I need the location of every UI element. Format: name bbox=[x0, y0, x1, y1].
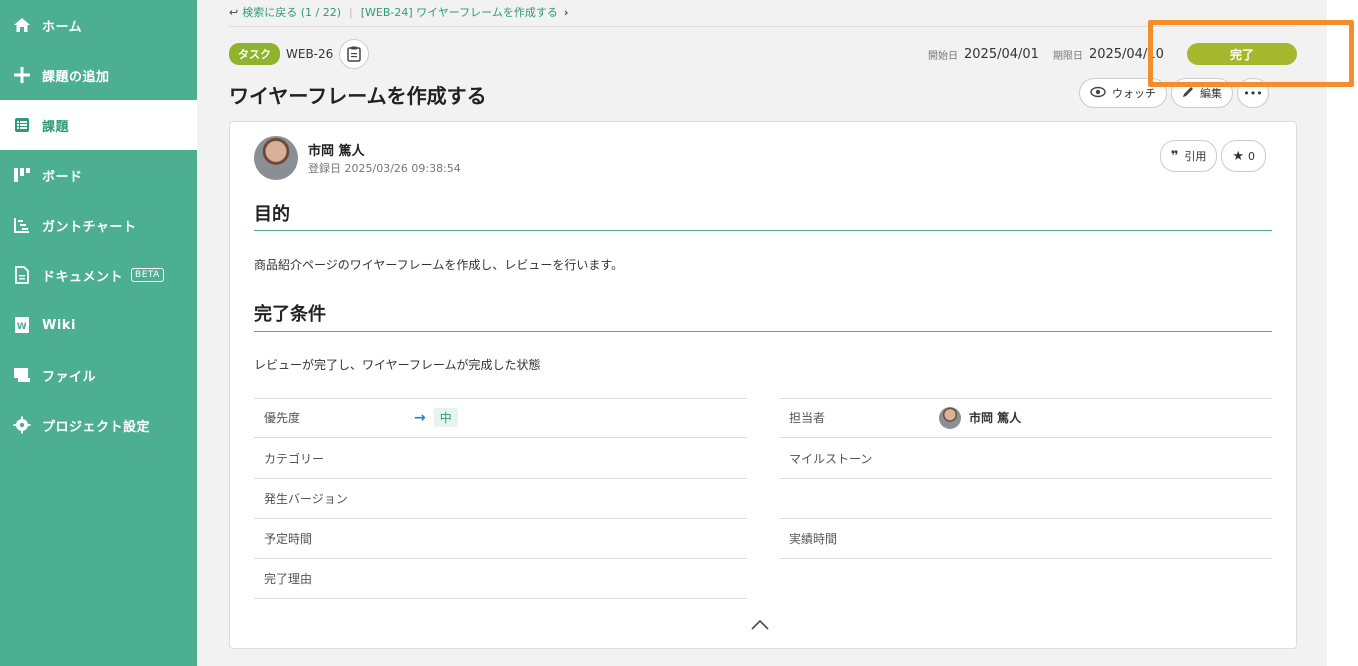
list-icon bbox=[12, 115, 32, 135]
breadcrumb: ↩ 検索に戻る (1 / 22) | [WEB-24] ワイヤーフレームを作成す… bbox=[229, 4, 568, 20]
issue-card: 市岡 篤人 登録日 2025/03/26 09:38:54 ❞ 引用 ★ 0 目… bbox=[229, 121, 1297, 649]
resolution-label: 完了理由 bbox=[264, 572, 313, 586]
back-icon: ↩ bbox=[229, 5, 239, 19]
status-highlight bbox=[1148, 20, 1354, 87]
back-to-search-link[interactable]: 検索に戻る (1 / 22) bbox=[242, 4, 341, 20]
sidebar-item-board[interactable]: ボード bbox=[0, 150, 197, 200]
sidebar-item-label: ボード bbox=[42, 169, 83, 185]
done-criteria-text: レビューが完了し、ワイヤーフレームが完成した状態 bbox=[254, 358, 541, 372]
arrow-right-icon: → bbox=[414, 409, 426, 426]
sidebar-item-label: ファイル bbox=[42, 369, 97, 385]
sidebar-item-documents[interactable]: ドキュメント BETA bbox=[0, 250, 197, 300]
author-name: 市岡 篤人 bbox=[308, 144, 365, 159]
assignee-avatar bbox=[939, 406, 961, 429]
page-title: ワイヤーフレームを作成する bbox=[229, 84, 487, 108]
start-date-label: 開始日 bbox=[928, 50, 958, 62]
board-icon bbox=[12, 165, 32, 185]
copy-key-button[interactable] bbox=[339, 39, 370, 69]
done-criteria-divider bbox=[254, 331, 1272, 332]
assignee-name: 市岡 篤人 bbox=[969, 411, 1022, 425]
field-priority: 優先度 → 中 bbox=[254, 398, 747, 438]
sidebar-item-gantt[interactable]: ガントチャート bbox=[0, 200, 197, 250]
quote-icon: ❞ bbox=[1170, 148, 1179, 164]
quote-label: 引用 bbox=[1184, 150, 1207, 163]
sidebar-item-label: プロジェクト設定 bbox=[42, 419, 151, 435]
gear-icon bbox=[12, 415, 32, 435]
star-button[interactable]: ★ 0 bbox=[1221, 140, 1266, 172]
sidebar-item-home[interactable]: ホーム bbox=[0, 0, 197, 50]
divider bbox=[229, 26, 1297, 27]
actual-time-label: 実績時間 bbox=[789, 532, 838, 546]
registered-date: 登録日 2025/03/26 09:38:54 bbox=[308, 162, 461, 175]
field-milestone: マイルストーン bbox=[779, 439, 1272, 479]
field-version: 発生バージョン bbox=[254, 479, 747, 519]
issue-key: WEB-26 bbox=[286, 47, 334, 61]
sidebar-item-issues[interactable]: 課題 bbox=[0, 100, 197, 150]
assignee-value: 市岡 篤人 bbox=[939, 406, 1022, 429]
milestone-label: マイルストーン bbox=[789, 452, 873, 466]
field-empty bbox=[779, 479, 1272, 519]
sidebar-item-label: ガントチャート bbox=[42, 219, 137, 235]
issue-meta: タスク WEB-26 bbox=[229, 39, 370, 69]
parent-issue-link[interactable]: [WEB-24] ワイヤーフレームを作成する bbox=[361, 4, 558, 20]
pencil-icon bbox=[1182, 86, 1194, 101]
due-date-label: 期限日 bbox=[1052, 50, 1083, 62]
sidebar-item-label: ドキュメント bbox=[42, 269, 124, 285]
priority-value: → 中 bbox=[414, 408, 458, 427]
priority-badge: 中 bbox=[433, 408, 458, 427]
assignee-label: 担当者 bbox=[789, 411, 826, 425]
breadcrumb-separator: | bbox=[349, 5, 353, 19]
field-assignee: 担当者 市岡 篤人 bbox=[779, 398, 1272, 438]
version-label: 発生バージョン bbox=[264, 492, 348, 506]
quote-button[interactable]: ❞ 引用 bbox=[1159, 140, 1218, 172]
category-label: カテゴリー bbox=[264, 452, 325, 466]
issue-detail-panel: ↩ 検索に戻る (1 / 22) | [WEB-24] ワイヤーフレームを作成す… bbox=[197, 0, 1327, 666]
home-icon bbox=[12, 15, 32, 35]
plus-icon bbox=[12, 65, 32, 85]
star-icon: ★ bbox=[1232, 148, 1244, 164]
right-margin bbox=[1327, 0, 1358, 666]
star-count: 0 bbox=[1248, 149, 1255, 163]
issue-type-badge: タスク bbox=[229, 43, 280, 65]
purpose-divider bbox=[254, 230, 1272, 231]
issue-dates: 開始日 2025/04/01 期限日 2025/04/10 bbox=[928, 44, 1178, 64]
collapse-icon[interactable] bbox=[750, 616, 770, 635]
sidebar-item-files[interactable]: ファイル bbox=[0, 350, 197, 400]
document-icon bbox=[12, 265, 32, 285]
sidebar-item-label: Wiki bbox=[42, 317, 76, 333]
sidebar-item-label: 課題 bbox=[42, 119, 70, 135]
start-date: 2025/04/01 bbox=[964, 46, 1039, 62]
eye-icon bbox=[1090, 86, 1106, 101]
wiki-icon: W bbox=[12, 315, 32, 335]
clipboard-icon bbox=[347, 46, 362, 62]
watch-label: ウォッチ bbox=[1112, 87, 1156, 100]
card-actions: ❞ 引用 ★ 0 bbox=[1159, 140, 1270, 172]
done-criteria-heading: 完了条件 bbox=[254, 304, 326, 325]
beta-badge: BETA bbox=[131, 268, 164, 282]
edit-label: 編集 bbox=[1200, 87, 1222, 100]
field-category: カテゴリー bbox=[254, 439, 747, 479]
field-actual-time: 実績時間 bbox=[779, 519, 1272, 559]
sidebar-item-label: ホーム bbox=[42, 19, 83, 35]
svg-text:W: W bbox=[17, 322, 27, 332]
field-planned-time: 予定時間 bbox=[254, 519, 747, 559]
avatar bbox=[254, 136, 298, 180]
purpose-text: 商品紹介ページのワイヤーフレームを作成し、レビューを行います。 bbox=[254, 258, 624, 272]
sidebar-item-wiki[interactable]: W Wiki bbox=[0, 300, 197, 350]
sidebar: ホーム 課題の追加 課題 ボード ガントチャート ドキュメント BETA W W… bbox=[0, 0, 197, 666]
sidebar-item-label: 課題の追加 bbox=[42, 69, 110, 85]
sidebar-item-add-issue[interactable]: 課題の追加 bbox=[0, 50, 197, 100]
gantt-icon bbox=[12, 215, 32, 235]
planned-time-label: 予定時間 bbox=[264, 532, 313, 546]
purpose-heading: 目的 bbox=[254, 204, 290, 225]
priority-label: 優先度 bbox=[264, 411, 301, 425]
chevron-right-icon[interactable]: › bbox=[564, 6, 569, 19]
field-resolution: 完了理由 bbox=[254, 559, 747, 599]
sidebar-item-project-settings[interactable]: プロジェクト設定 bbox=[0, 400, 197, 450]
folder-icon bbox=[12, 365, 32, 385]
